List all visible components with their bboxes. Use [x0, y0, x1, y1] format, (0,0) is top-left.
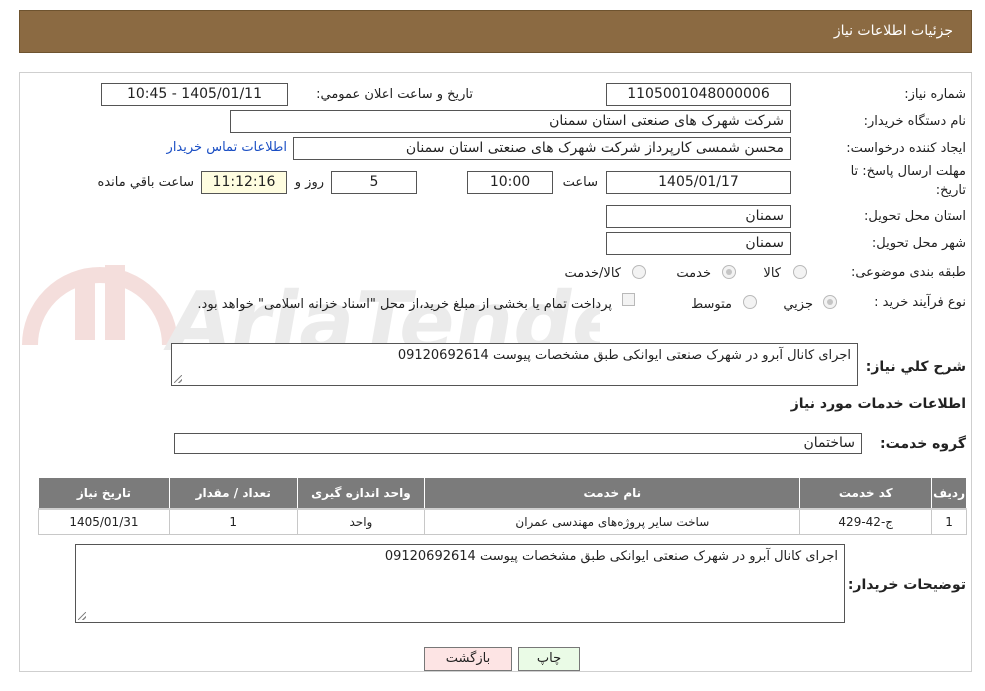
province-label: استان محل تحويل:	[864, 209, 966, 224]
province-field: سمنان	[606, 205, 791, 228]
days-remaining-field: 5	[331, 171, 417, 194]
remaining-time-label: ساعت باقي مانده	[97, 175, 194, 190]
column-header-service-code: كد خدمت	[799, 477, 933, 510]
description-text: اجرای کانال آبرو در شهرک صنعتی ایوانکی ط…	[397, 348, 851, 363]
process-option-medium: متوسط	[691, 297, 732, 312]
table-header-row: رديف كد خدمت نام خدمت واحد اندازه گيری ت…	[38, 477, 967, 510]
page-title: جزئیات اطلاعات نیاز	[833, 23, 953, 39]
requester-field: محسن شمسی کارپرداز شرکت شهرک های صنعتی ا…	[293, 137, 791, 160]
category-option-goods: كالا	[763, 266, 781, 281]
resize-grip-icon[interactable]	[78, 612, 86, 620]
requester-label: ايجاد كننده درخواست:	[846, 141, 966, 156]
description-label: شرح كلي نياز:	[865, 359, 966, 375]
cell-service-code: ج-42-429	[799, 508, 933, 535]
service-group-field: ساختمان	[174, 433, 862, 454]
buyer-notes-label: توضيحات خريدار:	[847, 577, 966, 593]
category-label: طبقه بندی موضوعی:	[850, 265, 966, 280]
category-option-service: خدمت	[676, 266, 711, 281]
table-row: 1 ج-42-429 ساخت سایر پروژه‌های مهندسی عم…	[38, 508, 967, 535]
deadline-label: مهلت ارسال پاسخ: تا	[850, 164, 966, 179]
buyer-org-label: نام دستگاه خريدار:	[863, 114, 966, 129]
city-label: شهر محل تحويل:	[871, 236, 966, 251]
buyer-notes-textarea[interactable]: اجرای کانال آبرو در شهرک صنعتی ایوانکی ط…	[75, 544, 845, 623]
remaining-time-field: 11:12:16	[201, 171, 287, 194]
announce-date-label: تاریخ و ساعت اعلان عمومي:	[316, 87, 473, 102]
description-textarea[interactable]: اجرای کانال آبرو در شهرک صنعتی ایوانکی ط…	[171, 343, 858, 386]
column-header-row-number: رديف	[931, 477, 967, 510]
treasury-payment-note: پرداخت تمام یا بخشی از مبلغ خرید،از محل …	[197, 297, 612, 312]
cell-service-name: ساخت سایر پروژه‌های مهندسی عمران	[424, 508, 801, 535]
cell-quantity: 1	[168, 508, 298, 535]
process-radio-minor[interactable]	[823, 295, 837, 309]
cell-need-date: 1405/01/31	[38, 508, 170, 535]
category-radio-goods[interactable]	[793, 265, 807, 279]
deadline-time-field: 10:00	[467, 171, 553, 194]
resize-grip-icon[interactable]	[174, 375, 182, 383]
cell-unit: واحد	[296, 508, 426, 535]
services-heading: اطلاعات خدمات مورد نياز	[790, 396, 966, 412]
services-table: رديف كد خدمت نام خدمت واحد اندازه گيری ت…	[38, 477, 967, 535]
category-radio-service[interactable]	[722, 265, 736, 279]
days-label: روز و	[294, 175, 324, 190]
page-header: جزئیات اطلاعات نیاز	[19, 10, 972, 53]
column-header-unit: واحد اندازه گيری	[296, 477, 426, 510]
category-radio-goods-service[interactable]	[632, 265, 646, 279]
process-radio-medium[interactable]	[743, 295, 757, 309]
service-group-label: گروه خدمت:	[880, 436, 966, 452]
buyer-notes-text: اجرای کانال آبرو در شهرک صنعتی ایوانکی ط…	[384, 549, 838, 564]
need-number-field: 1105001048000006	[606, 83, 791, 106]
deadline-time-label: ساعت	[562, 175, 598, 190]
back-button[interactable]: بازگشت	[424, 647, 512, 671]
announce-date-field: 1405/01/11 - 10:45	[101, 83, 288, 106]
column-header-need-date: تاريخ نياز	[38, 477, 170, 510]
deadline-label-date: تاريخ:	[935, 183, 966, 198]
treasury-payment-checkbox[interactable]	[622, 293, 635, 306]
deadline-date-field: 1405/01/17	[606, 171, 791, 194]
category-option-goods-service: كالا/خدمت	[564, 266, 621, 281]
column-header-service-name: نام خدمت	[424, 477, 801, 510]
city-field: سمنان	[606, 232, 791, 255]
print-button[interactable]: چاپ	[518, 647, 580, 671]
process-type-label: نوع فرآيند خريد :	[874, 295, 966, 310]
cell-row-number: 1	[931, 508, 967, 535]
process-option-minor: جزيي	[783, 297, 813, 312]
need-number-label: شماره نیاز:	[904, 87, 966, 102]
buyer-org-field: شركت شهرک های صنعتی استان سمنان	[230, 110, 791, 133]
column-header-quantity: تعداد / مقدار	[168, 477, 298, 510]
buyer-contact-link[interactable]: اطلاعات تماس خريدار	[167, 140, 287, 155]
